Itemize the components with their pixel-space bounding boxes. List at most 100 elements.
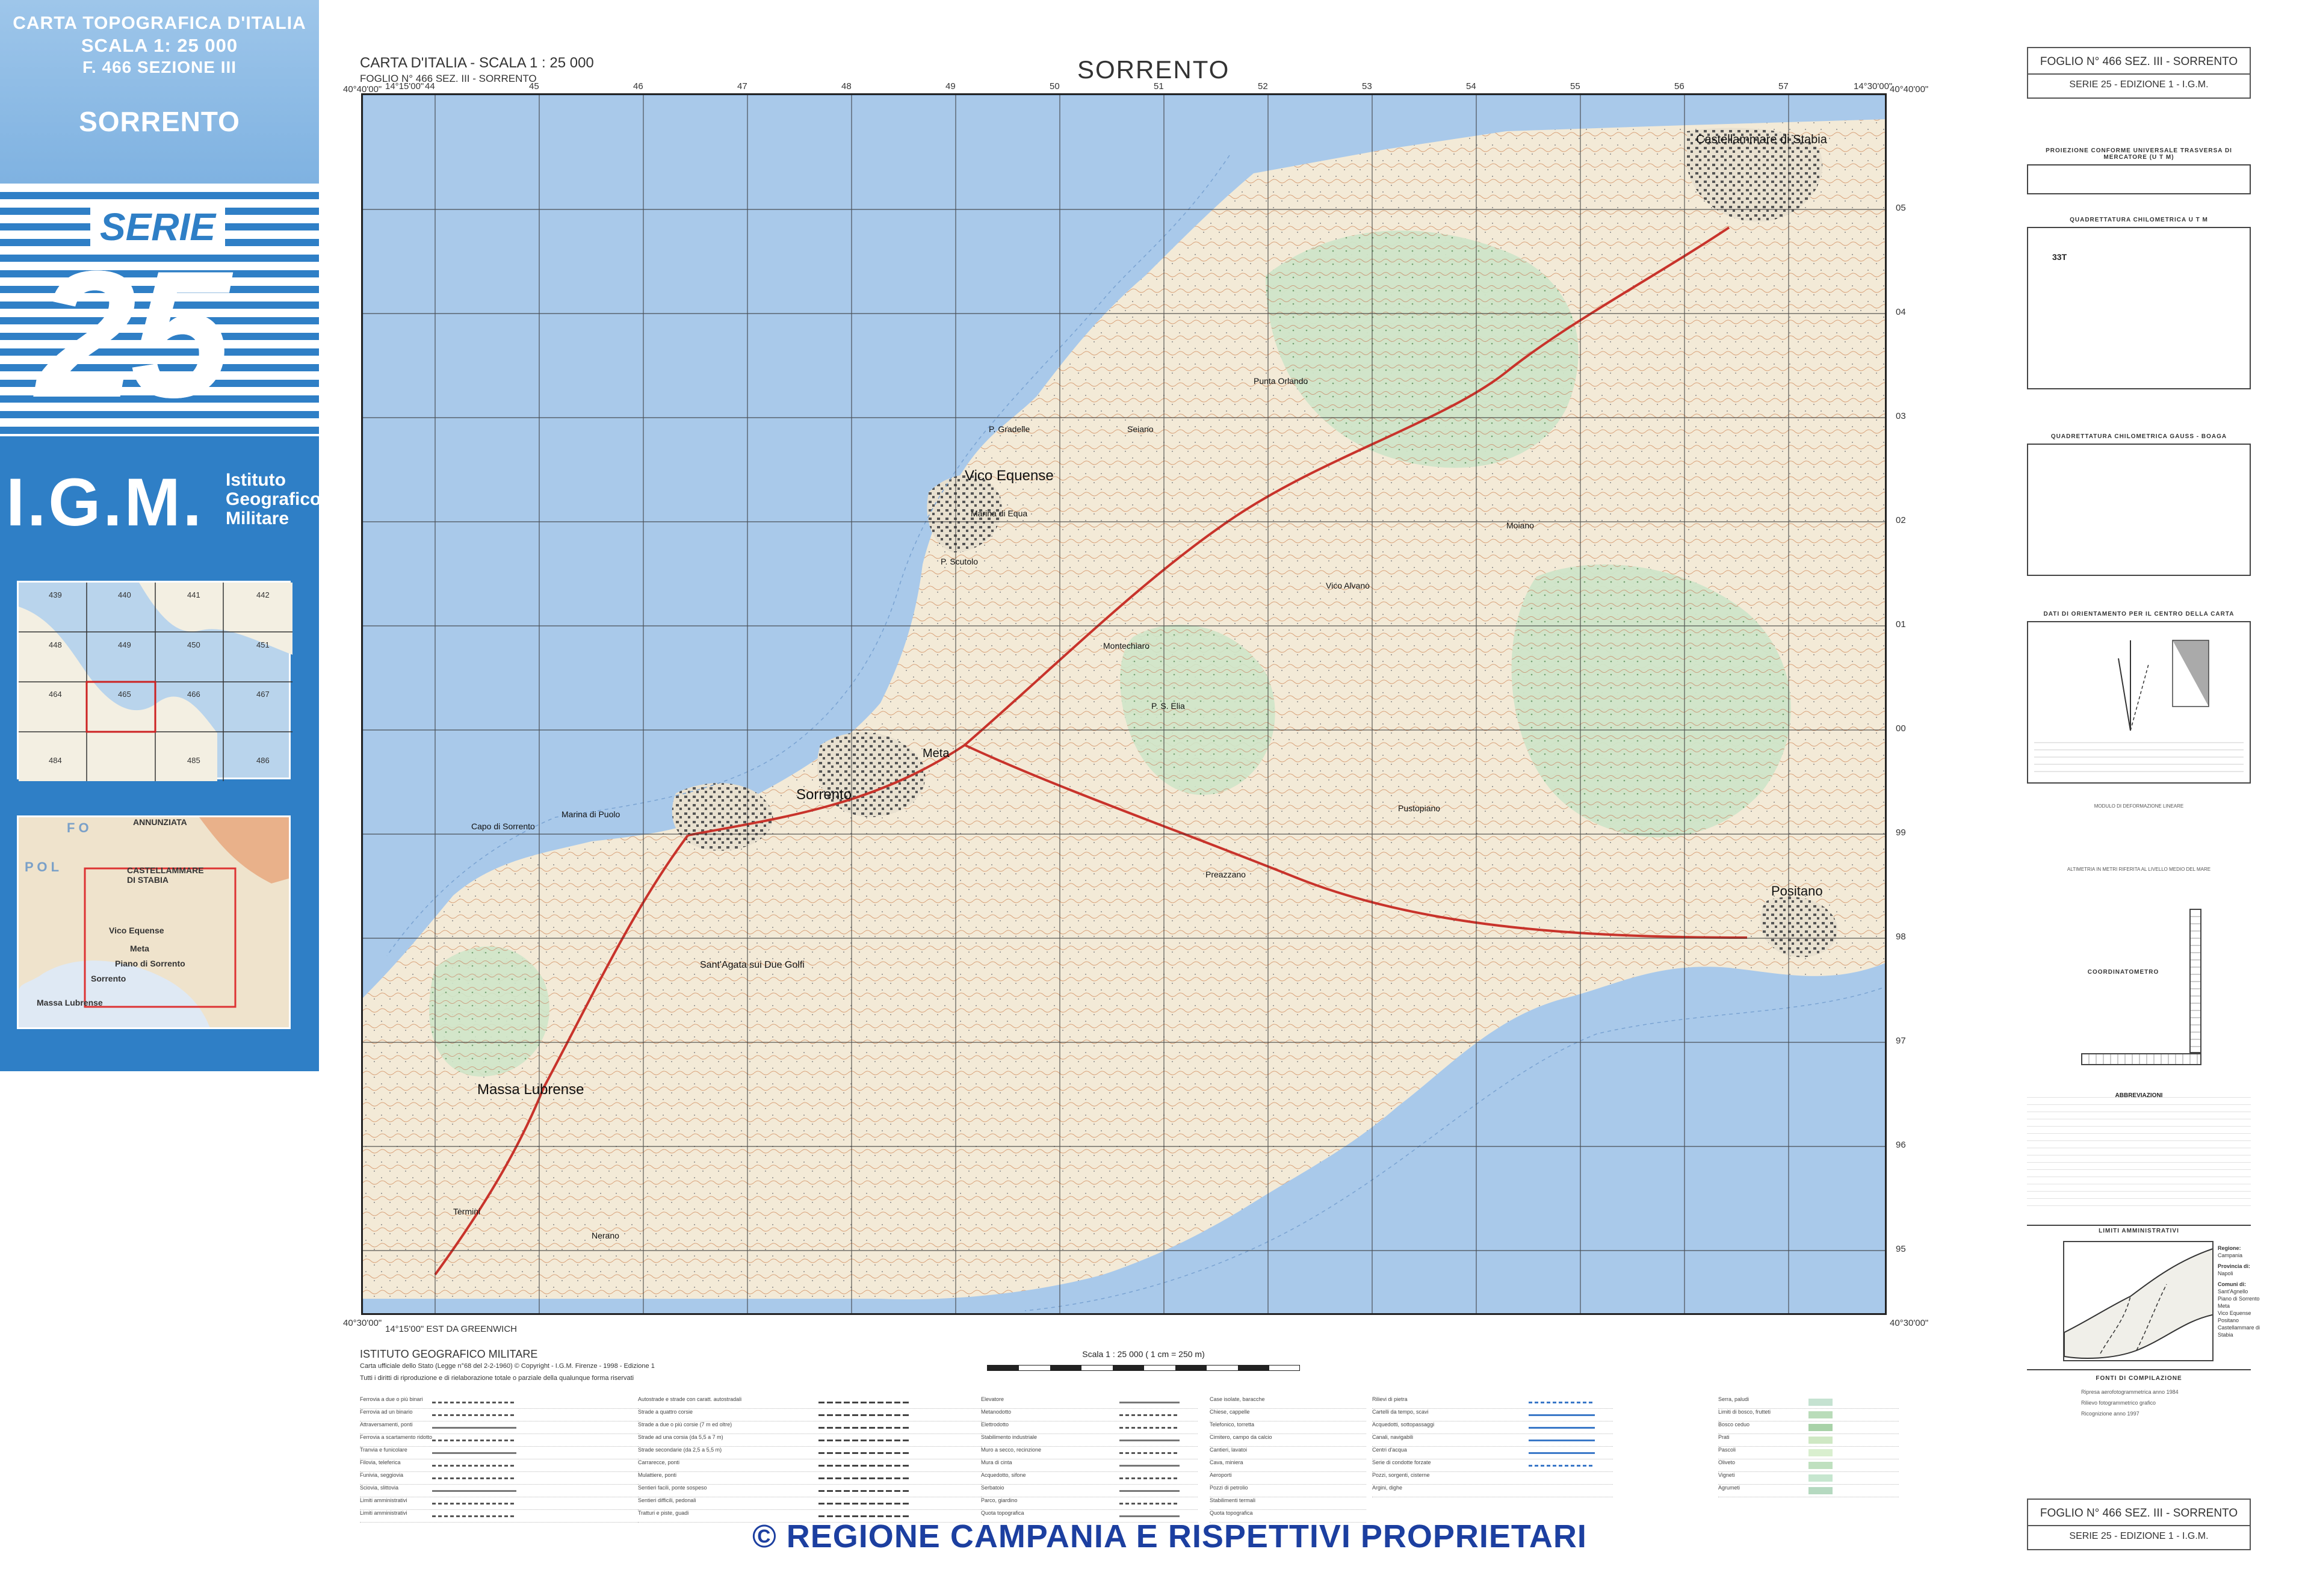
index-label: 465 [118, 690, 131, 699]
corner-label-ne: 40°40'00" [1890, 84, 1929, 94]
index-label: 439 [49, 590, 62, 599]
index-label: 448 [49, 640, 62, 649]
easting-label: 49 [945, 81, 956, 91]
longitude-west: 14°15'00" [385, 81, 424, 91]
legend-row: Mura di cinta [981, 1459, 1198, 1472]
provincia-value: Napoli [2218, 1270, 2233, 1276]
legend-row: Bosco ceduo [1718, 1421, 1899, 1434]
northing-label: 99 [1896, 827, 1906, 838]
copyright-notice: © REGIONE CAMPANIA E RISPETTIVI PROPRIET… [752, 1518, 1587, 1554]
legend-row: Autostrade e strade con caratt. autostra… [638, 1396, 987, 1409]
igm-full-name: Istituto Geografico Militare [226, 471, 319, 528]
source-line: Rilievo fotogrammetrico grafico [2081, 1400, 2156, 1406]
sheet-id-line2: SERIE 25 - EDIZIONE 1 - I.G.M. [2069, 1531, 2209, 1541]
legend-row: Cartelli da tempo, scavi [1372, 1409, 1613, 1421]
easting-label: 50 [1050, 81, 1060, 91]
sheet-title: SORRENTO [1077, 55, 1230, 84]
northing-label: 97 [1896, 1036, 1906, 1046]
legend-row: Case isolate, baracche [1210, 1396, 1366, 1409]
igm-footer: ISTITUTO GEOGRAFICO MILITARE Carta uffic… [360, 1348, 655, 1384]
sheet-id-box-top: FOGLIO N° 466 SEZ. III - SORRENTO SERIE … [2027, 47, 2251, 99]
place-label: Massa Lubrense [477, 1081, 584, 1098]
legend-row: Telefonico, torretta [1210, 1421, 1366, 1434]
deformation-title: MODULO DI DEFORMAZIONE LINEARE [2094, 803, 2184, 809]
legend-row: Cantieri, lavatoi [1210, 1447, 1366, 1459]
orientation-title: DATI DI ORIENTAMENTO PER IL CENTRO DELLA… [2043, 611, 2235, 617]
place-label: Punta Orlando [1254, 376, 1308, 386]
legend-row: Centri d'acqua [1372, 1447, 1613, 1459]
easting-label: 55 [1570, 81, 1580, 91]
northing-label: 01 [1896, 619, 1906, 629]
legend-row: Agrumeti [1718, 1485, 1899, 1497]
northing-label: 98 [1896, 932, 1906, 942]
legend-row: Pascoli [1718, 1447, 1899, 1459]
easting-label: 52 [1258, 81, 1268, 91]
divider [2027, 1369, 2251, 1370]
igm-full-name-line: Militare [226, 509, 289, 528]
corner-label-sw: 40°30'00" [343, 1318, 382, 1328]
legend-row: Serra, paludi [1718, 1396, 1899, 1409]
northing-label: 95 [1896, 1244, 1906, 1254]
place-label: Vico Alvano [1326, 581, 1370, 590]
regione-value: Campania [2218, 1252, 2243, 1258]
admin-limits-section: LIMITI AMMINISTRATIVI [2027, 1228, 2251, 1234]
legend-row: Limiti di bosco, frutteti [1718, 1409, 1899, 1421]
place-label: Preazzano [1205, 870, 1246, 879]
index-label: 442 [256, 590, 270, 599]
easting-label: 51 [1154, 81, 1164, 91]
legend-row: Elevatore [981, 1396, 1198, 1409]
easting-label: 54 [1466, 81, 1476, 91]
place-label: Marina di Puolo [562, 809, 620, 819]
igm-logo-text: I.G.M. [6, 465, 204, 540]
northing-label: 05 [1896, 203, 1906, 213]
place-label: Nerano [592, 1231, 619, 1240]
place-label: P. S. Elia [1151, 701, 1185, 711]
map-graphic: Castellammare di Stabia Vico Equense Mar… [363, 95, 1885, 1313]
legend-row: Parco, giardino [981, 1497, 1198, 1510]
admin-limits-inset-map [2063, 1241, 2214, 1361]
easting-label: 53 [1362, 81, 1372, 91]
comune-item: Meta [2218, 1303, 2230, 1309]
sheet-index-map: 439 440 441 442 448 449 450 451 464 465 … [17, 581, 292, 781]
northing-label: 02 [1896, 515, 1906, 525]
legend-row: Serbatoio [981, 1485, 1198, 1497]
legend-row: Acquedotti, sottopassaggi [1372, 1421, 1613, 1434]
abbreviations-title: ABBREVIAZIONI [2115, 1092, 2163, 1099]
scale-bar-graphic [987, 1365, 1300, 1371]
coordinatometer-title: COORDINATOMETRO [2087, 969, 2159, 976]
legend-row: Cava, miniera [1210, 1459, 1366, 1472]
orientation-diagram [2034, 640, 2244, 772]
easting-label: 44 [425, 81, 435, 91]
index-label: 440 [118, 590, 131, 599]
scale-bar-label: Scala 1 : 25 000 ( 1 cm = 250 m) [1082, 1349, 1205, 1359]
legend-row: Canali, navigabili [1372, 1434, 1613, 1447]
locator-label: Meta [130, 944, 149, 953]
index-label: 486 [256, 756, 270, 765]
sheet-id-line2: SERIE 25 - EDIZIONE 1 - I.G.M. [2069, 79, 2209, 90]
igm-footer-note: Carta ufficiale dello Stato (Legge n°68 … [360, 1362, 655, 1370]
place-label: Meta [923, 747, 950, 760]
sheet-header-line1: CARTA D'ITALIA - SCALA 1 : 25 000 [360, 55, 594, 71]
utm-section: QUADRETTATURA CHILOMETRICA U T M 33T [2027, 217, 2251, 389]
locator-label: F O [67, 820, 89, 835]
locator-label: P O L [25, 859, 60, 874]
legend-row: Cimitero, campo da calcio [1210, 1434, 1366, 1447]
place-label: Sant'Agata sui Due Golfi [700, 960, 805, 970]
legend-column-6: Serra, paludi Limiti di bosco, frutteti … [1718, 1396, 1899, 1577]
place-label: Castellammare di Stabia [1696, 133, 1828, 146]
legend-row: Strade ad una corsia (da 5,5 a 7 m) [638, 1434, 987, 1447]
topographic-map[interactable]: Castellammare di Stabia Vico Equense Mar… [361, 93, 1887, 1315]
locator-map: ANNUNZIATA CASTELLAMMARE DI STABIA Vico … [17, 815, 291, 1029]
place-label: Termini [453, 1207, 480, 1216]
legend-row: Strade a quattro corsie [638, 1409, 987, 1421]
gauss-boaga-section: QUADRETTATURA CHILOMETRICA GAUSS - BOAGA [2027, 433, 2251, 576]
legend-row: Argini, dighe [1372, 1485, 1613, 1497]
northing-label: 96 [1896, 1140, 1906, 1150]
index-label: 484 [49, 756, 62, 765]
index-label: 467 [256, 690, 270, 699]
left-margin [0, 1071, 319, 1596]
comune-item: Vico Equense [2218, 1310, 2251, 1316]
place-label: Capo di Sorrento [471, 821, 535, 831]
place-label: Moiano [1506, 521, 1534, 530]
index-label: 466 [187, 690, 200, 699]
